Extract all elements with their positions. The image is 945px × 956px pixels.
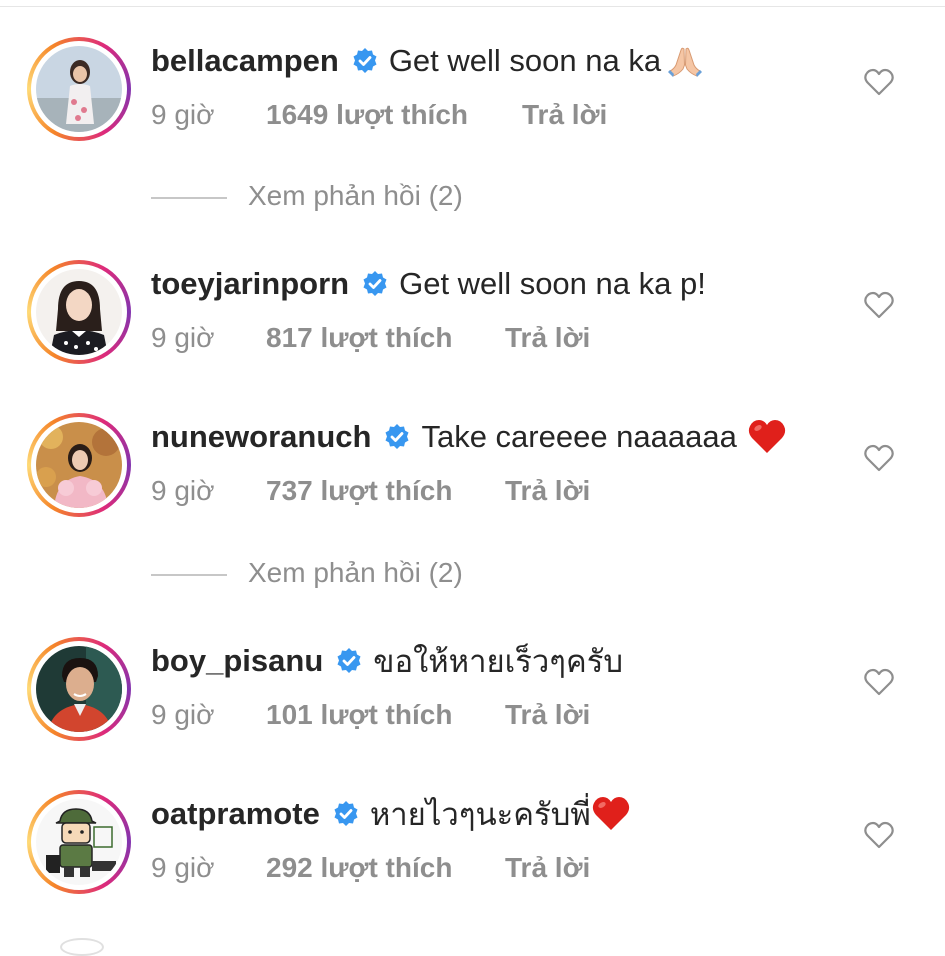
heart-outline-icon[interactable]	[864, 668, 894, 696]
comment-text: Get well soon na ka	[388, 43, 662, 78]
verified-badge-icon	[351, 47, 379, 75]
like-count[interactable]: 101 lượt thích	[266, 699, 452, 731]
view-replies-row[interactable]: Xem phản hồi (2)	[0, 178, 945, 218]
comment-line: boy_pisanu ขอให้หายเร็วๆครับ	[151, 637, 623, 685]
avatar	[36, 799, 122, 885]
avatar	[36, 646, 122, 732]
heart-outline-icon[interactable]	[864, 291, 894, 319]
comment-item: nuneworanuch Take careeee naaaaaa 9 giờ …	[0, 413, 945, 523]
timestamp: 9 giờ	[151, 699, 215, 730]
view-replies-button[interactable]: Xem phản hồi (2)	[248, 180, 463, 212]
comment-item: toeyjarinporn Get well soon na ka p! 9 g…	[0, 260, 945, 370]
reply-button[interactable]: Trả lời	[505, 322, 590, 354]
comment-item: oatpramote หายไวๆนะครับพี่ 9 giờ 292 lượ…	[0, 790, 945, 900]
comment-line: nuneworanuch Take careeee naaaaaa	[151, 413, 787, 461]
like-count[interactable]: 817 lượt thích	[266, 322, 452, 354]
replies-divider	[151, 574, 227, 576]
folded-hands-icon	[665, 41, 705, 81]
comment-text: หายไวๆนะครับพี่	[369, 797, 591, 832]
comment-text: Take careeee naaaaaa	[421, 419, 737, 454]
next-avatar-peek	[60, 938, 104, 956]
timestamp: 9 giờ	[151, 852, 215, 883]
avatar-story-ring[interactable]	[27, 37, 131, 141]
avatar-story-ring[interactable]	[27, 637, 131, 741]
verified-badge-icon	[383, 423, 411, 451]
comment-line: bellacampen Get well soon na ka	[151, 37, 705, 85]
username-link[interactable]: bellacampen	[151, 43, 339, 79]
view-replies-row[interactable]: Xem phản hồi (2)	[0, 555, 945, 595]
timestamp: 9 giờ	[151, 322, 215, 353]
reply-button[interactable]: Trả lời	[522, 99, 607, 131]
comment-text: ขอให้หายเร็วๆครับ	[373, 644, 624, 679]
heart-outline-icon[interactable]	[864, 444, 894, 472]
avatar	[36, 269, 122, 355]
comment-line: toeyjarinporn Get well soon na ka p!	[151, 260, 706, 308]
replies-divider	[151, 197, 227, 199]
avatar-story-ring[interactable]	[27, 413, 131, 517]
heart-outline-icon[interactable]	[864, 821, 894, 849]
username-link[interactable]: boy_pisanu	[151, 643, 323, 679]
username-link[interactable]: oatpramote	[151, 796, 320, 832]
like-count[interactable]: 292 lượt thích	[266, 852, 452, 884]
avatar-story-ring[interactable]	[27, 260, 131, 364]
timestamp: 9 giờ	[151, 99, 215, 130]
like-count[interactable]: 737 lượt thích	[266, 475, 452, 507]
avatar	[36, 46, 122, 132]
view-replies-button[interactable]: Xem phản hồi (2)	[248, 557, 463, 589]
reply-button[interactable]: Trả lời	[505, 852, 590, 884]
reply-button[interactable]: Trả lời	[505, 699, 590, 731]
red-heart-icon	[747, 417, 787, 457]
timestamp: 9 giờ	[151, 475, 215, 506]
avatar	[36, 422, 122, 508]
top-divider	[0, 0, 945, 7]
verified-badge-icon	[332, 800, 360, 828]
username-link[interactable]: nuneworanuch	[151, 419, 371, 455]
comment-item: boy_pisanu ขอให้หายเร็วๆครับ 9 giờ 101 l…	[0, 637, 945, 747]
verified-badge-icon	[335, 647, 363, 675]
comment-item: bellacampen Get well soon na ka 9 giờ 16…	[0, 37, 945, 147]
heart-outline-icon[interactable]	[864, 68, 894, 96]
red-heart-icon	[591, 794, 631, 834]
username-link[interactable]: toeyjarinporn	[151, 266, 349, 302]
comment-line: oatpramote หายไวๆนะครับพี่	[151, 790, 631, 838]
like-count[interactable]: 1649 lượt thích	[266, 99, 468, 131]
avatar-story-ring[interactable]	[27, 790, 131, 894]
verified-badge-icon	[361, 270, 389, 298]
reply-button[interactable]: Trả lời	[505, 475, 590, 507]
comment-text: Get well soon na ka p!	[399, 266, 706, 301]
